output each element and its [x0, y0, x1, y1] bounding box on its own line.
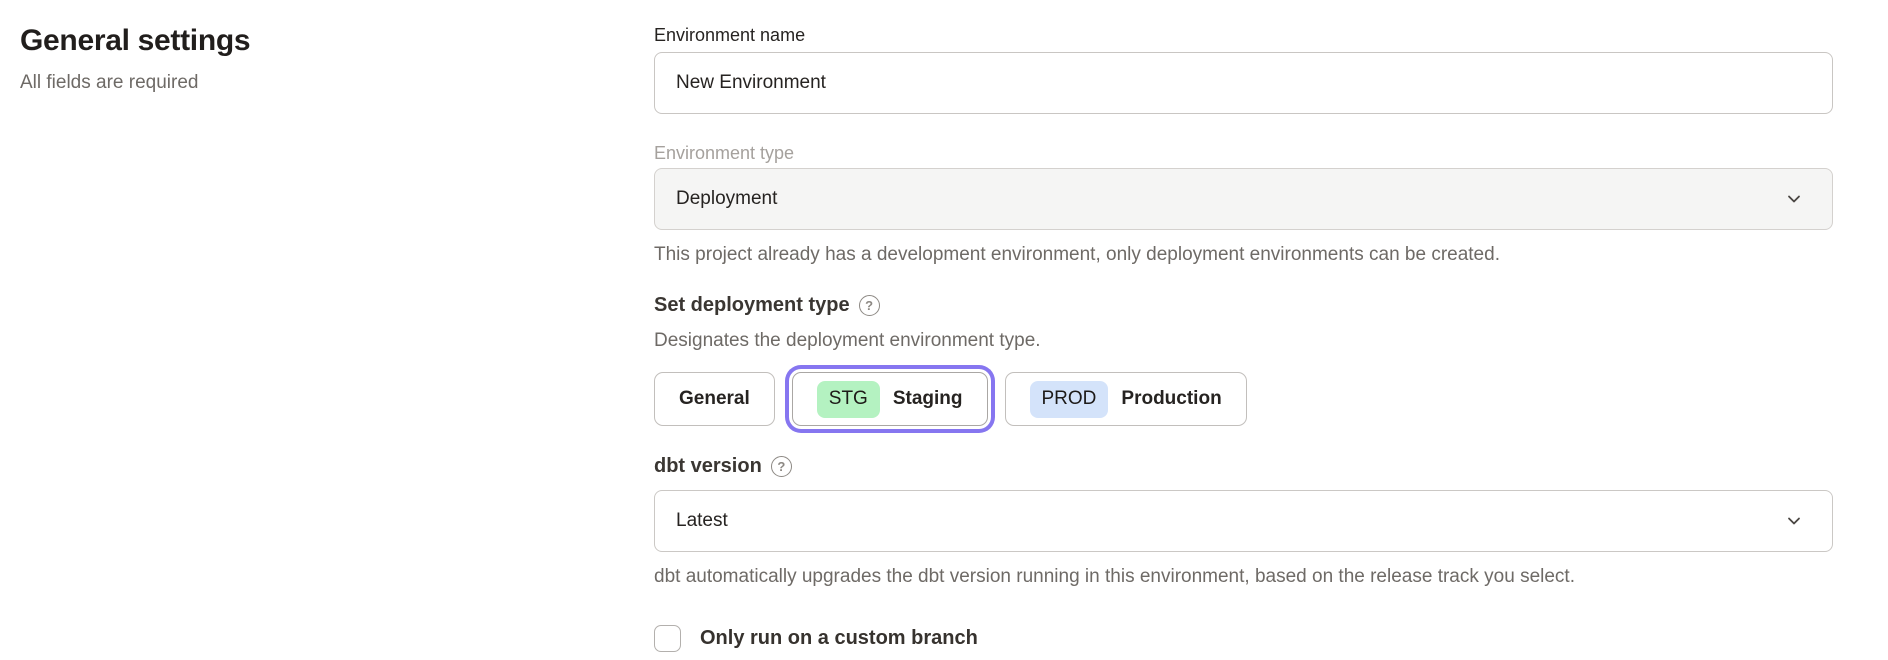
environment-type-select: Deployment: [654, 168, 1833, 230]
deployment-type-production-label: Production: [1121, 388, 1221, 410]
dbt-version-section-label: dbt version ?: [654, 454, 1833, 478]
deployment-type-button-group: General STG Staging PROD Production: [654, 372, 1833, 426]
deployment-type-section-label: Set deployment type ?: [654, 293, 1833, 317]
deployment-type-general-button[interactable]: General: [654, 372, 775, 426]
custom-branch-label: Only run on a custom branch: [700, 627, 978, 650]
settings-summary-column: General settings All fields are required: [0, 0, 654, 652]
environment-type-label: Environment type: [654, 142, 1833, 164]
page-title: General settings: [20, 22, 614, 60]
production-badge: PROD: [1030, 381, 1109, 418]
environment-type-helper-text: This project already has a development e…: [654, 243, 1833, 267]
dbt-version-helper-text: dbt automatically upgrades the dbt versi…: [654, 565, 1833, 589]
custom-branch-checkbox[interactable]: [654, 625, 681, 652]
deployment-type-general-label: General: [679, 388, 750, 410]
question-circle-icon[interactable]: ?: [771, 456, 792, 477]
question-circle-icon[interactable]: ?: [859, 295, 880, 316]
dbt-version-select[interactable]: Latest: [654, 490, 1833, 552]
dbt-version-selected-value: Latest: [676, 510, 728, 532]
chevron-down-icon: [1785, 512, 1803, 530]
environment-type-selected-value: Deployment: [676, 188, 777, 210]
deployment-type-description: Designates the deployment environment ty…: [654, 329, 1833, 353]
deployment-type-staging-button[interactable]: STG Staging: [792, 372, 988, 426]
deployment-type-production-button[interactable]: PROD Production: [1005, 372, 1247, 426]
page-subtitle: All fields are required: [20, 71, 614, 95]
deployment-type-staging-label: Staging: [893, 388, 963, 410]
general-settings-page: General settings All fields are required…: [0, 0, 1888, 652]
custom-branch-row[interactable]: Only run on a custom branch: [654, 625, 1833, 652]
dbt-version-label-text: dbt version: [654, 454, 762, 478]
staging-badge: STG: [817, 381, 880, 418]
environment-name-input[interactable]: [654, 52, 1833, 114]
deployment-type-label-text: Set deployment type: [654, 293, 850, 317]
environment-name-label: Environment name: [654, 24, 1833, 46]
chevron-down-icon: [1785, 190, 1803, 208]
environment-settings-form: Environment name Environment type Deploy…: [654, 0, 1833, 652]
